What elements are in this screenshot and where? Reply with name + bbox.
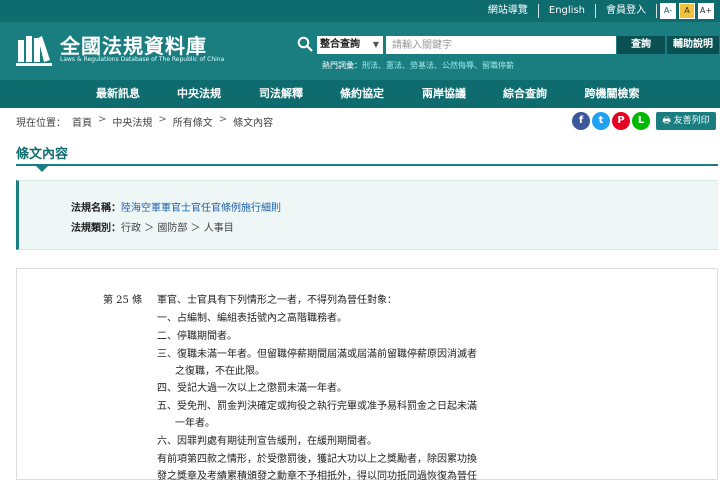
print-button-label: 友善列印 bbox=[673, 116, 710, 126]
nav-latest-news[interactable]: 最新訊息 bbox=[82, 80, 154, 108]
hot-terms-list[interactable]: 刑法、憲法、勞基法、公然侮辱、留職停薪 bbox=[362, 61, 514, 70]
breadcrumb-separator: > bbox=[218, 114, 228, 125]
article-line: 軍官、士官具有下列情形之一者，不得列為晉任對象： bbox=[157, 295, 397, 306]
top-links: 網站導覽 English 會員登入 A- A A+ bbox=[478, 3, 714, 19]
hot-terms-label: 熱門詞彙： bbox=[322, 61, 362, 70]
article-line: 二、停職期間者。 bbox=[157, 331, 237, 342]
law-name-row: 法規名稱：陸海空軍軍官士官任官條例施行細則 bbox=[71, 199, 281, 214]
main-nav: 最新訊息 中央法規 司法解釋 條約協定 兩岸協議 綜合查詢 跨機關檢索 bbox=[0, 80, 720, 108]
printer-icon: 🖶 bbox=[662, 116, 674, 126]
breadcrumb-all-articles[interactable]: 所有條文 bbox=[173, 114, 213, 129]
search-type-select[interactable]: 整合查詢 ▼ bbox=[317, 36, 383, 54]
article-line: 三、復職未滿一年者。但留職停薪期間屆滿或屆滿前留職停薪原因消滅者 bbox=[157, 349, 477, 360]
print-button[interactable]: 🖶 友善列印 bbox=[656, 112, 716, 130]
site-header: 全國法規資料庫 Laws & Regulations Database of T… bbox=[0, 22, 720, 80]
section-divider bbox=[16, 164, 718, 166]
breadcrumb-separator: > bbox=[158, 114, 167, 125]
plurk-share-icon[interactable]: P bbox=[612, 112, 630, 130]
nav-combined-search[interactable]: 綜合查詢 bbox=[489, 80, 561, 108]
top-utility-bar: 網站導覽 English 會員登入 A- A A+ bbox=[0, 0, 720, 22]
sitemap-link[interactable]: 網站導覽 bbox=[478, 4, 539, 18]
nav-treaties[interactable]: 條約協定 bbox=[326, 80, 398, 108]
article-content: 第 25 條 軍官、士官具有下列情形之一者，不得列為晉任對象： 一、占編制、編組… bbox=[16, 268, 718, 482]
nav-cross-strait[interactable]: 兩岸協議 bbox=[408, 80, 480, 108]
article-line: 四、受記大過一次以上之懲罰未滿一年者。 bbox=[157, 383, 347, 394]
help-button[interactable]: 輔助說明 bbox=[667, 36, 719, 54]
breadcrumb: 現在位置： 首頁 > 中央法規 > 所有條文 > 條文內容 bbox=[16, 114, 273, 129]
breadcrumb-prefix: 現在位置： bbox=[16, 118, 66, 129]
font-small-button[interactable]: A- bbox=[660, 3, 676, 19]
font-large-button[interactable]: A+ bbox=[698, 3, 714, 19]
query-button[interactable]: 查詢 bbox=[617, 36, 665, 54]
law-name-link[interactable]: 陸海空軍軍官士官任官條例施行細則 bbox=[121, 203, 281, 214]
breadcrumb-current: 條文內容 bbox=[233, 118, 274, 129]
site-subtitle: Laws & Regulations Database of The Repub… bbox=[60, 56, 225, 63]
law-info-box: 法規名稱：陸海空軍軍官士官任官條例施行細則 法規類別：行政 ＞ 國防部 ＞ 人事… bbox=[16, 180, 718, 250]
section-pointer bbox=[36, 166, 48, 172]
article-line: 一年者。 bbox=[175, 418, 215, 429]
site-title[interactable]: 全國法規資料庫 bbox=[60, 30, 207, 59]
english-link[interactable]: English bbox=[539, 4, 596, 18]
article-line: 有前項第四款之情形，於受懲罰後，獲記大功以上之獎勵者，除因累功換 bbox=[157, 454, 477, 465]
font-medium-button[interactable]: A bbox=[679, 3, 695, 19]
article-line: 之復職，不在此限。 bbox=[175, 366, 265, 377]
law-category-row: 法規類別：行政 ＞ 國防部 ＞ 人事目 bbox=[71, 219, 234, 234]
chevron-down-icon: ▼ bbox=[372, 40, 379, 49]
law-book-logo-icon[interactable] bbox=[14, 30, 54, 68]
nav-judicial-interpretations[interactable]: 司法解釋 bbox=[245, 80, 317, 108]
article-line: 一、占編制、編組表括號內之高階職務者。 bbox=[157, 313, 347, 324]
search-input[interactable] bbox=[386, 36, 616, 54]
article-number: 第 25 條 bbox=[103, 295, 143, 306]
facebook-share-icon[interactable]: f bbox=[572, 112, 590, 130]
line-share-icon[interactable]: L bbox=[632, 112, 650, 130]
breadcrumb-central-laws[interactable]: 中央法規 bbox=[112, 114, 152, 129]
article-line: 五、受免刑、罰金判決確定或拘役之執行完畢或准予易科罰金之日起未滿 bbox=[157, 401, 477, 412]
breadcrumb-separator: > bbox=[98, 114, 107, 125]
law-category-value: 行政 ＞ 國防部 ＞ 人事目 bbox=[121, 223, 234, 234]
section-title: 條文內容 bbox=[16, 147, 69, 162]
article-line: 六、因罪判處有期徒刑宣告緩刑，在緩刑期間者。 bbox=[157, 436, 377, 447]
law-category-label: 法規類別： bbox=[71, 223, 121, 234]
search-icon bbox=[297, 36, 313, 52]
law-name-label: 法規名稱： bbox=[71, 203, 121, 214]
nav-cross-agency-search[interactable]: 跨機關檢索 bbox=[572, 80, 652, 108]
breadcrumb-home[interactable]: 首頁 bbox=[72, 114, 92, 129]
search-type-value: 整合查詢 bbox=[320, 39, 360, 50]
hot-terms: 熱門詞彙：刑法、憲法、勞基法、公然侮辱、留職停薪 bbox=[322, 60, 514, 71]
breadcrumb-bar: 現在位置： 首頁 > 中央法規 > 所有條文 > 條文內容 f t P L 🖶 … bbox=[0, 108, 720, 134]
twitter-share-icon[interactable]: t bbox=[592, 112, 610, 130]
member-login-link[interactable]: 會員登入 bbox=[596, 4, 657, 18]
nav-central-laws[interactable]: 中央法規 bbox=[163, 80, 235, 108]
